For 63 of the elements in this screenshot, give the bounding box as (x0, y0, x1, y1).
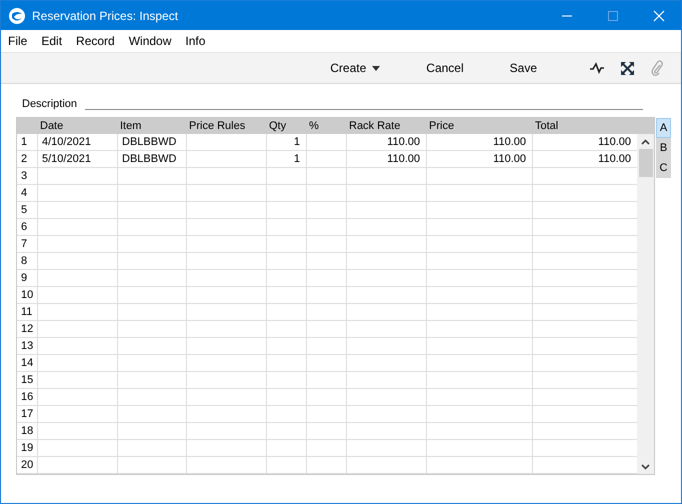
row-number: 17 (17, 406, 38, 422)
table-cell: 110.00 (347, 151, 427, 167)
row-number: 10 (17, 287, 38, 303)
row-number: 14 (17, 355, 38, 371)
table-cell: 110.00 (427, 151, 533, 167)
column-header[interactable]: Price Rules (187, 118, 267, 134)
column-header[interactable]: Rack Rate (347, 118, 427, 134)
row-number: 13 (17, 338, 38, 354)
paperclip-icon[interactable] (651, 60, 663, 76)
close-icon[interactable] (653, 10, 665, 22)
side-tab[interactable]: B (656, 138, 671, 158)
row-number: 1 (17, 134, 38, 150)
app-logo-icon (8, 6, 26, 24)
table-cell: 1 (267, 151, 307, 167)
toolbar-button[interactable]: Cancel (418, 61, 472, 75)
table-cell-text: 110.00 (597, 135, 632, 150)
row-number: 2 (17, 151, 38, 167)
menu-item[interactable]: File (8, 34, 28, 48)
column-header[interactable]: Price (427, 118, 533, 134)
side-tab[interactable]: C (656, 158, 671, 178)
row-number: 9 (17, 270, 38, 286)
row-number: 6 (17, 219, 38, 235)
menu-item[interactable]: Info (185, 34, 206, 48)
toolbar-button[interactable]: Create (322, 61, 388, 75)
scroll-up-icon[interactable] (641, 139, 650, 145)
row-number: 12 (17, 321, 38, 337)
table-cell: DBLBBWD (118, 151, 187, 167)
row-number: 7 (17, 236, 38, 252)
row-number: 8 (17, 253, 38, 269)
side-tab[interactable]: A (656, 118, 671, 138)
table-cell: 4/10/2021 (38, 134, 118, 150)
column-header[interactable]: Qty (267, 118, 307, 134)
row-number: 18 (17, 423, 38, 439)
row-number: 3 (17, 168, 38, 184)
column-header[interactable]: Item (118, 118, 187, 134)
row-number: 15 (17, 372, 38, 388)
table-cell: 110.00 (427, 134, 533, 150)
table-cell: 1 (267, 134, 307, 150)
row-number: 11 (17, 304, 38, 320)
menu-item[interactable]: Edit (41, 34, 62, 48)
menu-item[interactable]: Record (76, 34, 115, 48)
expand-icon[interactable] (621, 62, 634, 74)
caret-icon (372, 66, 380, 70)
pulse-icon[interactable] (590, 62, 604, 74)
scroll-down-icon[interactable] (641, 464, 650, 470)
row-number: 19 (17, 440, 38, 456)
menu-item[interactable]: Window (128, 34, 172, 48)
row-number: 16 (17, 389, 38, 405)
column-header[interactable]: Date (38, 118, 118, 134)
table-cell: DBLBBWD (118, 134, 187, 150)
table-cell: 110.00 (347, 134, 427, 150)
description-label: Description (22, 98, 78, 110)
row-number: 4 (17, 185, 38, 201)
window-title: Reservation Prices: Inspect (32, 8, 178, 22)
table-cell-text: 110.00 (597, 152, 632, 167)
column-header[interactable]: Total (533, 118, 637, 134)
table-cell: 5/10/2021 (38, 151, 118, 167)
toolbar-button[interactable]: Save (502, 61, 545, 75)
row-number: 20 (17, 457, 38, 473)
scrollbar[interactable] (637, 134, 654, 474)
row-number: 5 (17, 202, 38, 218)
scroll-thumb[interactable] (638, 149, 652, 177)
column-header[interactable]: % (307, 118, 347, 134)
